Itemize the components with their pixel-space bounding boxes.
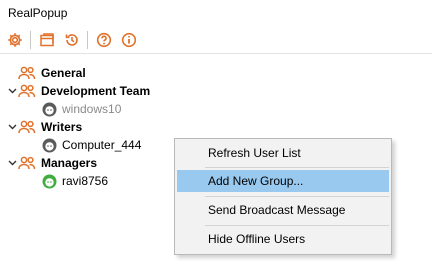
menu-separator: [205, 196, 389, 197]
user-name: windows10: [62, 102, 122, 116]
group-label: Development Team: [41, 84, 151, 98]
group-development-team[interactable]: Development Team: [6, 82, 150, 100]
user-computer-444[interactable]: Computer_444: [41, 136, 141, 154]
toolbar-separator: [87, 31, 88, 49]
menu-separator: [205, 167, 389, 168]
menu-item-add-new-group[interactable]: Add New Group...: [177, 170, 389, 192]
group-label: Writers: [41, 120, 83, 134]
window-icon[interactable]: [37, 30, 57, 50]
help-icon[interactable]: [94, 30, 114, 50]
user-offline-icon: [41, 137, 57, 153]
chevron-down-icon[interactable]: [6, 82, 18, 100]
context-menu: Refresh User List Add New Group... Send …: [174, 138, 392, 255]
menu-item-refresh-user-list[interactable]: Refresh User List: [177, 142, 389, 164]
user-ravi8756[interactable]: ravi8756: [41, 172, 108, 190]
group-label: Managers: [41, 156, 98, 170]
user-windows10[interactable]: windows10: [41, 100, 121, 118]
gear-icon[interactable]: [5, 30, 25, 50]
menu-separator: [205, 225, 389, 226]
toolbar: [0, 28, 432, 54]
menu-item-hide-offline-users[interactable]: Hide Offline Users: [177, 228, 389, 250]
toolbar-separator: [30, 31, 31, 49]
group-icon: [18, 64, 36, 82]
window-title: RealPopup: [8, 6, 68, 20]
history-icon[interactable]: [62, 30, 82, 50]
user-name: Computer_444: [62, 138, 142, 152]
chevron-down-icon[interactable]: [6, 118, 18, 136]
group-icon: [18, 118, 36, 136]
menu-item-send-broadcast-message[interactable]: Send Broadcast Message: [177, 199, 389, 221]
user-online-icon: [41, 173, 57, 189]
group-icon: [18, 82, 36, 100]
info-icon[interactable]: [119, 30, 139, 50]
group-writers[interactable]: Writers: [6, 118, 82, 136]
chevron-down-icon[interactable]: [6, 154, 18, 172]
group-managers[interactable]: Managers: [6, 154, 97, 172]
user-offline-icon: [41, 101, 57, 117]
group-icon: [18, 154, 36, 172]
group-label: General: [41, 66, 86, 80]
group-general[interactable]: General: [6, 64, 86, 82]
user-name: ravi8756: [62, 174, 109, 188]
